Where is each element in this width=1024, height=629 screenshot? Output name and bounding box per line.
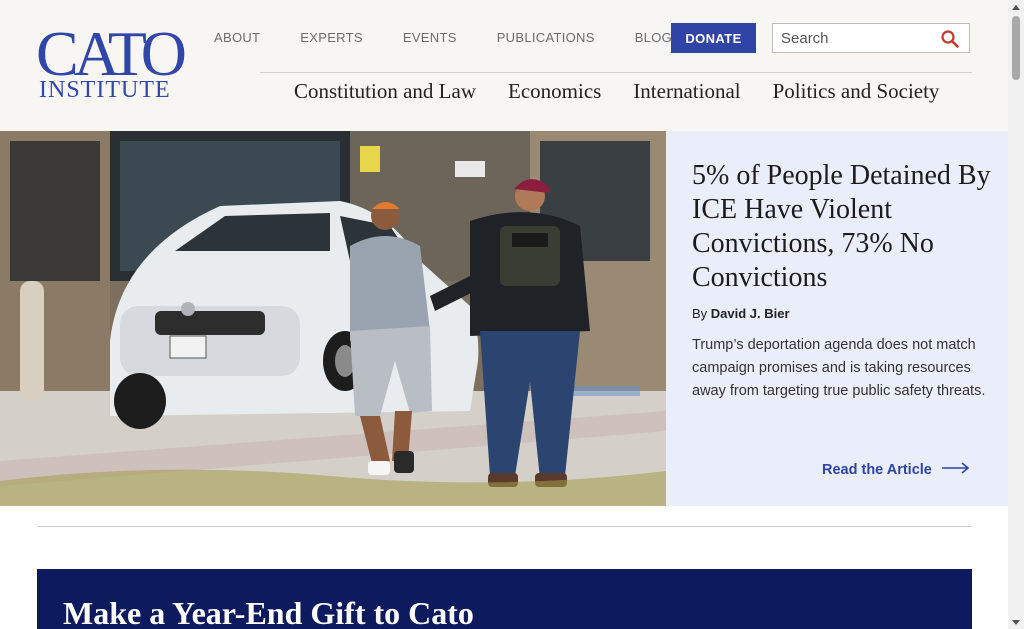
utility-nav: ABOUT EXPERTS EVENTS PUBLICATIONS BLOG <box>214 29 672 47</box>
util-nav-about[interactable]: ABOUT <box>214 29 260 47</box>
util-nav-publications[interactable]: PUBLICATIONS <box>497 29 595 47</box>
logo-subtitle: INSTITUTE <box>39 77 171 103</box>
read-article-label: Read the Article <box>822 462 932 478</box>
read-article-link[interactable]: Read the Article <box>822 462 970 478</box>
main-nav: Constitution and Law Economics Internati… <box>294 77 939 105</box>
search-box <box>772 23 970 53</box>
hero-text-panel: 5% of People Detained By ICE Have Violen… <box>666 131 1008 506</box>
page-scrollbar[interactable] <box>1008 0 1024 629</box>
cato-logo[interactable]: CATO INSTITUTE <box>36 22 187 104</box>
byline-author[interactable]: David J. Bier <box>711 306 790 321</box>
search-button[interactable] <box>939 28 961 50</box>
hero-photo[interactable] <box>0 131 666 506</box>
main-nav-constitution[interactable]: Constitution and Law <box>294 77 476 105</box>
section-divider <box>37 526 972 527</box>
main-nav-politics[interactable]: Politics and Society <box>773 77 940 105</box>
main-nav-economics[interactable]: Economics <box>508 77 601 105</box>
year-end-gift-banner: Make a Year-End Gift to Cato <box>37 569 972 629</box>
donate-button[interactable]: DONATE <box>671 23 756 53</box>
util-nav-events[interactable]: EVENTS <box>403 29 457 47</box>
hero-byline: By David J. Bier <box>692 306 790 321</box>
scrollbar-thumb[interactable] <box>1012 16 1020 80</box>
hero-description: Trump’s deportation agenda does not matc… <box>692 337 986 399</box>
site-header: CATO INSTITUTE ABOUT EXPERTS EVENTS PUBL… <box>0 0 1008 131</box>
search-icon <box>941 30 959 48</box>
hero-feature: 5% of People Detained By ICE Have Violen… <box>0 131 1008 506</box>
hero-title[interactable]: 5% of People Detained By ICE Have Violen… <box>692 159 992 295</box>
nav-divider <box>260 72 972 73</box>
util-nav-experts[interactable]: EXPERTS <box>300 29 363 47</box>
scroll-down-arrow-icon[interactable] <box>1008 615 1024 629</box>
util-nav-blog[interactable]: BLOG <box>635 29 672 47</box>
scroll-up-arrow-icon[interactable] <box>1008 0 1024 14</box>
main-nav-international[interactable]: International <box>633 77 740 105</box>
promo-title[interactable]: Make a Year-End Gift to Cato <box>63 593 474 629</box>
hero-photo-illustration <box>0 131 666 506</box>
search-input[interactable] <box>773 24 933 52</box>
arrow-right-icon <box>941 462 970 478</box>
byline-prefix: By <box>692 306 708 321</box>
